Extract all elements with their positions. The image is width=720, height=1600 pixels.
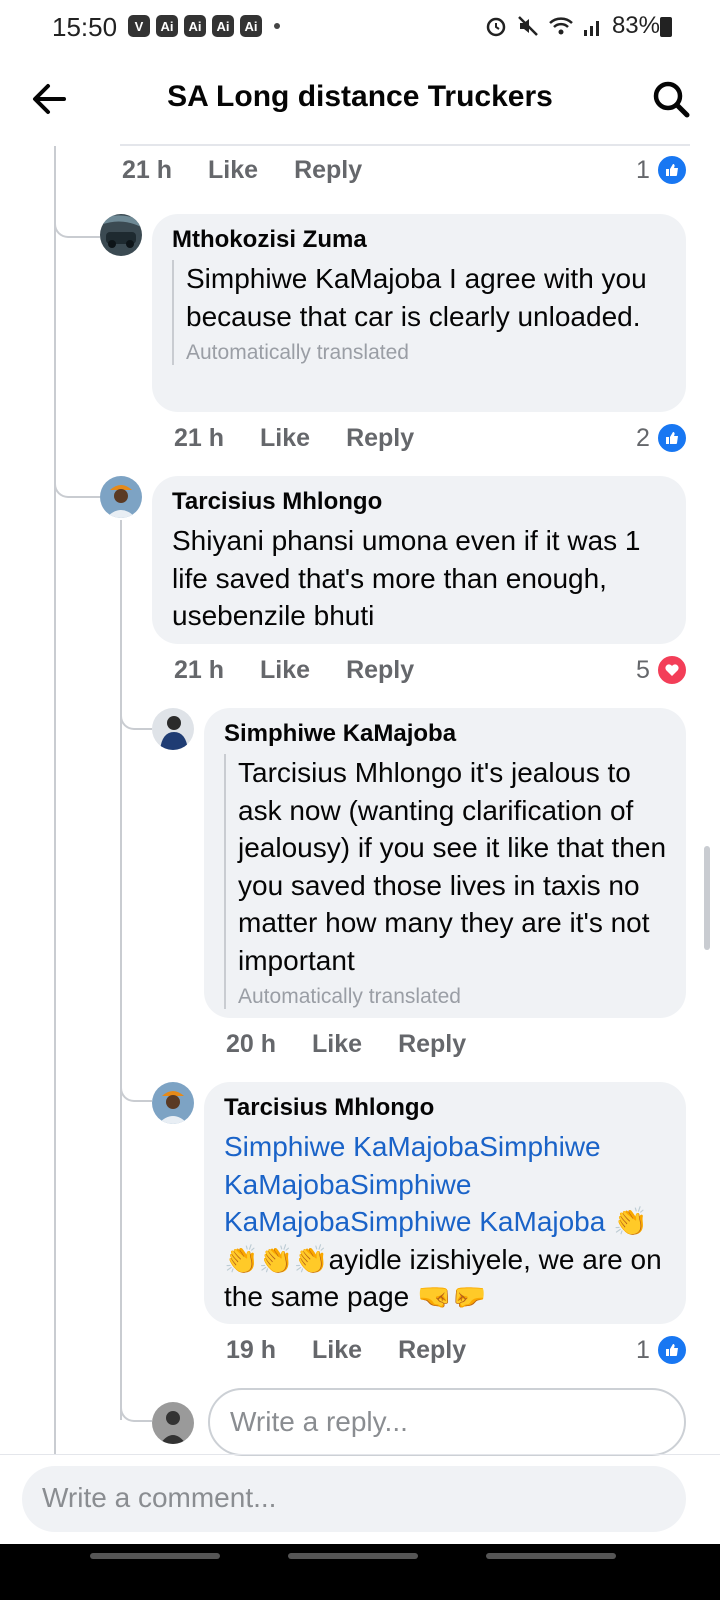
heart-reaction-icon — [655, 654, 688, 686]
translated-text-block: Tarcisius Mhlongo it's jealous to ask no… — [224, 754, 666, 1009]
nav-handle[interactable] — [486, 1553, 616, 1559]
comment-text: Shiyani phansi umona even if it was 1 li… — [172, 525, 641, 631]
avatar[interactable] — [100, 476, 142, 518]
thread-line — [120, 520, 122, 1420]
mute-icon — [518, 16, 538, 36]
comment-bubble[interactable]: Mthokozisi Zuma Simphiwe KaMajoba I agre… — [152, 214, 686, 412]
battery-percent: 83% — [611, 12, 660, 39]
comment-input[interactable]: Write a comment... — [22, 1466, 686, 1532]
like-button[interactable]: Like — [260, 656, 310, 685]
like-button[interactable]: Like — [208, 156, 258, 185]
comment-text: Simphiwe KaMajoba I agree with you becau… — [186, 263, 647, 332]
notification-icons: V Ai Ai Ai Ai — [128, 15, 280, 37]
comment-actions: 20 h Like Reply — [226, 1030, 466, 1059]
divider — [0, 1454, 720, 1455]
thread-connector — [54, 460, 100, 498]
search-icon[interactable] — [650, 78, 692, 120]
comment-text: Simphiwe KaMajobaSimphiwe KaMajobaSimphi… — [224, 1128, 666, 1316]
like-button[interactable]: Like — [312, 1030, 362, 1059]
like-reaction-icon — [655, 1334, 688, 1366]
reaction-count[interactable]: 1 — [636, 154, 688, 186]
translated-text-block: Simphiwe KaMajoba I agree with you becau… — [172, 260, 666, 365]
avatar[interactable] — [100, 214, 142, 256]
comment-time: 21 h — [122, 156, 173, 184]
comment-actions: 19 h Like Reply — [226, 1336, 466, 1365]
comment-author[interactable]: Tarcisius Mhlongo — [224, 1094, 666, 1122]
reaction-count[interactable]: 1 — [636, 1334, 688, 1366]
status-time: 15:50 — [52, 12, 118, 42]
reaction-count[interactable]: 5 — [636, 654, 688, 686]
nav-handle[interactable] — [288, 1553, 418, 1559]
status-bar: 15:50 V Ai Ai Ai Ai 83% — [0, 0, 720, 54]
system-icons: 83% — [484, 12, 660, 40]
reply-button[interactable]: Reply — [398, 1030, 466, 1059]
comment-time: 21 h — [174, 656, 225, 684]
comment-time: 19 h — [226, 1336, 277, 1364]
current-user-avatar — [152, 1402, 194, 1444]
comment-actions: 21 h Like Reply — [122, 156, 362, 185]
thread-line — [54, 146, 56, 1454]
reply-button[interactable]: Reply — [346, 656, 414, 685]
battery-icon — [660, 17, 672, 37]
more-notifications-icon — [274, 23, 280, 29]
app-notification-icon: V — [128, 15, 150, 37]
comment-actions: 21 h Like Reply — [174, 424, 414, 453]
mention-link[interactable]: Simphiwe KaMajobaSimphiwe KaMajobaSimphi… — [224, 1131, 605, 1237]
like-reaction-icon — [655, 154, 688, 186]
comment-time: 21 h — [174, 424, 225, 452]
comment-time: 20 h — [226, 1030, 277, 1058]
thread-connector — [120, 698, 152, 730]
nav-handle[interactable] — [90, 1553, 220, 1559]
reply-input[interactable]: Write a reply... — [208, 1388, 686, 1456]
comment-actions: 21 h Like Reply — [174, 656, 414, 685]
ai-app-icon: Ai — [240, 15, 262, 37]
reaction-count-value: 5 — [636, 655, 650, 684]
reaction-count-value: 1 — [636, 155, 650, 184]
comment-author[interactable]: Simphiwe KaMajoba — [224, 720, 666, 748]
divider — [120, 144, 690, 146]
signal-icon — [583, 21, 599, 36]
reply-button[interactable]: Reply — [346, 424, 414, 453]
comment-bubble[interactable]: Tarcisius Mhlongo Shiyani phansi umona e… — [152, 476, 686, 644]
comment-author[interactable]: Mthokozisi Zuma — [172, 226, 666, 254]
thread-connector — [120, 1070, 152, 1102]
like-button[interactable]: Like — [260, 424, 310, 453]
ai-app-icon: Ai — [184, 15, 206, 37]
thread-connector — [120, 1390, 152, 1422]
comment-text: Tarcisius Mhlongo it's jealous to ask no… — [238, 757, 667, 976]
ai-app-icon: Ai — [156, 15, 178, 37]
reaction-count[interactable]: 2 — [636, 422, 688, 454]
wifi-icon — [549, 17, 573, 35]
like-button[interactable]: Like — [312, 1336, 362, 1365]
app-header: SA Long distance Truckers — [0, 60, 720, 138]
ai-app-icon: Ai — [212, 15, 234, 37]
like-reaction-icon — [655, 422, 688, 454]
alarm-icon — [486, 17, 506, 37]
thread-connector — [54, 200, 100, 238]
reply-button[interactable]: Reply — [294, 156, 362, 185]
comment-bubble[interactable]: Simphiwe KaMajoba Tarcisius Mhlongo it's… — [204, 708, 686, 1018]
page-title: SA Long distance Truckers — [167, 80, 553, 113]
reply-button[interactable]: Reply — [398, 1336, 466, 1365]
avatar[interactable] — [152, 708, 194, 750]
comment-bubble[interactable]: Tarcisius Mhlongo Simphiwe KaMajobaSimph… — [204, 1082, 686, 1324]
avatar[interactable] — [152, 1082, 194, 1124]
auto-translated-label[interactable]: Automatically translated — [186, 341, 666, 365]
scrollbar[interactable] — [704, 846, 710, 950]
reaction-count-value: 1 — [636, 1335, 650, 1364]
reaction-count-value: 2 — [636, 423, 650, 452]
auto-translated-label[interactable]: Automatically translated — [238, 985, 666, 1009]
comment-author[interactable]: Tarcisius Mhlongo — [172, 488, 666, 516]
